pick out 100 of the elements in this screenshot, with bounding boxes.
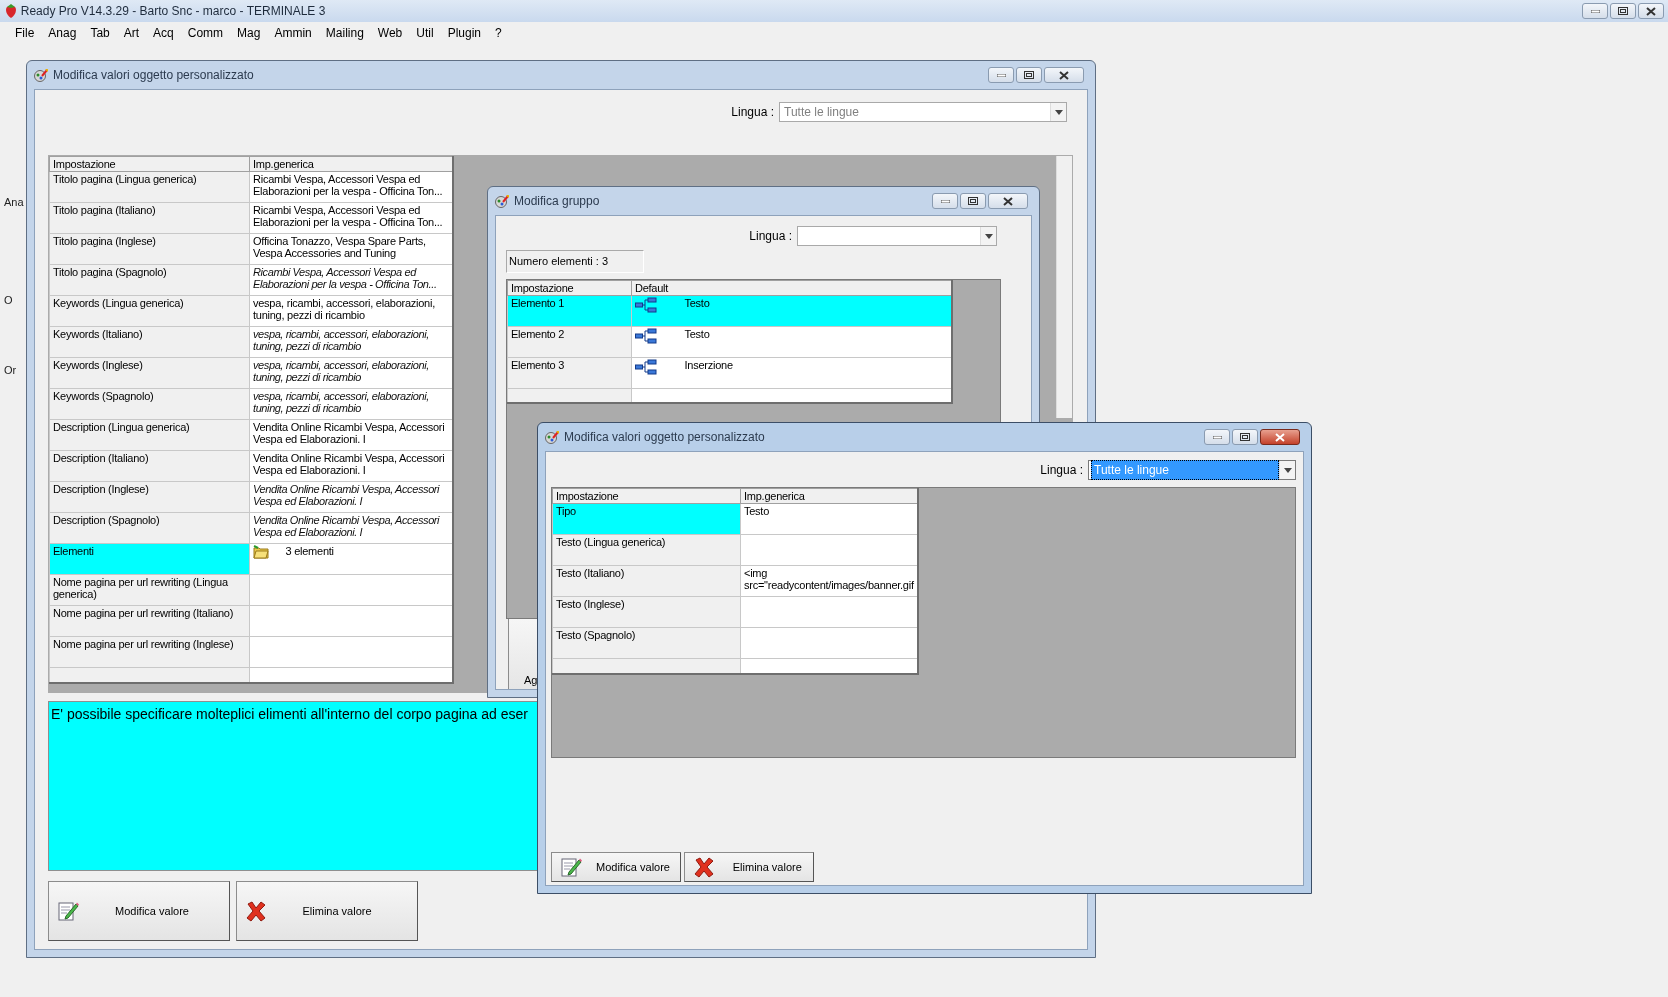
setting-cell[interactable]: Keywords (Italiano) xyxy=(49,326,250,358)
menu-item[interactable]: Plugin xyxy=(440,24,488,42)
menu-item[interactable]: Mag xyxy=(230,24,268,42)
tree-icon xyxy=(635,358,657,375)
window-title: Modifica valori oggetto personalizzato xyxy=(53,67,254,84)
menu-item[interactable]: Anag xyxy=(41,24,84,42)
column-header: Imp.generica xyxy=(249,156,453,172)
count-label: Numero elementi : 3 xyxy=(506,250,644,273)
value-text: Officina Tonazzo, Vespa Spare Parts, Vespa Accessories and Tuning xyxy=(253,235,426,259)
window-icon xyxy=(34,68,48,82)
menu-item[interactable]: Art xyxy=(116,24,147,42)
close-button[interactable] xyxy=(1044,67,1084,83)
column-header: Impostazione xyxy=(507,280,632,295)
menu-item[interactable]: Web xyxy=(370,24,410,42)
setting-cell[interactable]: Elemento 3 xyxy=(507,357,632,388)
value-text: Ricambi Vespa, Accessori Vespa ed Elaborazioni per la vespa - Officina Ton... xyxy=(253,173,443,197)
setting-cell[interactable]: Testo (Spagnolo) xyxy=(552,627,741,659)
dropdown-arrow-icon xyxy=(1054,109,1063,115)
setting-cell[interactable]: Testo (Italiano) xyxy=(552,565,741,597)
menu-item[interactable]: Mailing xyxy=(318,24,371,42)
setting-cell[interactable]: Keywords (Lingua generica) xyxy=(49,295,250,327)
minimize-icon xyxy=(1212,435,1222,439)
edit-button[interactable]: Modifica valore xyxy=(551,852,681,882)
value-text: 3 elementi xyxy=(284,545,334,559)
column-header: Imp.generica xyxy=(740,488,918,504)
menu-item[interactable]: Acq xyxy=(146,24,181,42)
minimize-icon xyxy=(940,199,950,203)
setting-cell[interactable]: Titolo pagina (Lingua generica) xyxy=(49,171,250,203)
setting-cell[interactable]: Testo (Inglese) xyxy=(552,596,741,628)
setting-cell[interactable]: Keywords (Inglese) xyxy=(49,357,250,389)
maximize-icon xyxy=(1240,433,1250,441)
setting-cell[interactable]: Description (Spagnolo) xyxy=(49,512,250,544)
menu-item[interactable]: ? xyxy=(488,24,509,42)
window-icon xyxy=(545,430,559,444)
column-header: Impostazione xyxy=(552,488,741,504)
value-text: Vendita Online Ricambi Vespa, Accessori Vespa ed Elaborazioni. I xyxy=(253,421,445,445)
setting-cell[interactable]: Titolo pagina (Spagnolo) xyxy=(49,264,250,296)
edit-icon xyxy=(57,900,79,922)
close-icon xyxy=(1059,70,1069,80)
value-text: vespa, ricambi, accessori, elaborazioni, tuning, pezzi di ricambio xyxy=(253,390,429,414)
menu-item[interactable]: Ammin xyxy=(267,24,319,42)
edit-button[interactable]: Modifica valore xyxy=(48,881,230,941)
setting-cell[interactable]: Description (Inglese) xyxy=(49,481,250,513)
close-icon xyxy=(1646,6,1656,16)
value-text: Ricambi Vespa, Accessori Vespa ed Elaborazioni per la vespa - Officina Ton... xyxy=(253,266,437,290)
maximize-button[interactable] xyxy=(960,193,986,209)
maximize-button[interactable] xyxy=(1232,429,1258,445)
delete-button[interactable]: Elimina valore xyxy=(683,852,814,882)
delete-button[interactable]: Elimina valore xyxy=(235,881,418,941)
window-icon xyxy=(495,194,509,208)
language-dropdown[interactable]: Tutte le lingue xyxy=(779,102,1067,122)
close-icon xyxy=(1003,196,1013,206)
value-text: Vendita Online Ricambi Vespa, Accessori Vespa ed Elaborazioni. I xyxy=(253,452,445,476)
minimize-icon xyxy=(1590,9,1600,13)
setting-cell[interactable]: Testo (Lingua generica) xyxy=(552,534,741,566)
window-title: Modifica gruppo xyxy=(514,193,600,210)
close-icon xyxy=(1275,432,1285,442)
value-text: vespa, ricambi, accessori, elaborazioni, tuning, pezzi di ricambio xyxy=(253,359,429,383)
setting-cell[interactable]: Description (Lingua generica) xyxy=(49,419,250,451)
setting-cell[interactable]: Elemento 2 xyxy=(507,326,632,357)
setting-cell[interactable]: Description (Italiano) xyxy=(49,450,250,482)
background-label: Or xyxy=(4,363,17,378)
value-text: Ricambi Vespa, Accessori Vespa ed Elaborazioni per la vespa - Officina Ton... xyxy=(253,204,443,228)
setting-cell[interactable]: Titolo pagina (Inglese) xyxy=(49,233,250,265)
close-button[interactable] xyxy=(1638,3,1664,19)
setting-cell[interactable]: Elemento 1 xyxy=(507,295,632,326)
value-text: vespa, ricambi, accessori, elaborazioni, tuning, pezzi di ricambio xyxy=(253,328,429,352)
setting-cell[interactable]: Elementi xyxy=(49,543,250,575)
setting-cell[interactable]: Nome pagina per url rewriting (Lingua generica) xyxy=(49,574,250,606)
setting-cell[interactable]: Tipo xyxy=(552,503,741,535)
close-button[interactable] xyxy=(1260,429,1300,445)
setting-cell[interactable]: Titolo pagina (Italiano) xyxy=(49,202,250,234)
tree-icon xyxy=(635,296,657,313)
maximize-icon xyxy=(1618,7,1628,15)
setting-cell[interactable]: Nome pagina per url rewriting (Inglese) xyxy=(49,636,250,668)
restore-button[interactable] xyxy=(1610,3,1636,19)
column-header: Impostazione xyxy=(49,156,250,172)
menu-item[interactable]: Tab xyxy=(83,24,117,42)
value-text: vespa, ricambi, accessori, elaborazioni, tuning, pezzi di ricambio xyxy=(253,297,435,321)
dropdown-arrow-icon xyxy=(984,233,993,239)
setting-cell[interactable]: Keywords (Spagnolo) xyxy=(49,388,250,420)
dropdown-arrow-icon xyxy=(1283,467,1292,473)
tree-icon xyxy=(635,327,657,344)
value-text: Testo xyxy=(683,296,710,311)
value-text: Inserzione xyxy=(683,358,733,373)
scrollbar[interactable] xyxy=(1056,156,1072,418)
delete-icon xyxy=(244,900,267,922)
delete-icon xyxy=(692,856,715,878)
setting-cell[interactable]: Nome pagina per url rewriting (Italiano) xyxy=(49,605,250,637)
menu-item[interactable]: Util xyxy=(409,24,441,42)
edit-icon xyxy=(560,856,582,878)
maximize-icon xyxy=(1024,71,1034,79)
language-label: Lingua : xyxy=(749,228,792,245)
folder-icon xyxy=(253,545,269,559)
menu-item[interactable]: File xyxy=(8,24,42,42)
maximize-button[interactable] xyxy=(1016,67,1042,83)
close-button[interactable] xyxy=(988,193,1028,209)
menu-item[interactable]: Comm xyxy=(180,24,231,42)
window-title: Modifica valori oggetto personalizzato xyxy=(564,429,765,446)
minimize-icon xyxy=(996,73,1006,77)
